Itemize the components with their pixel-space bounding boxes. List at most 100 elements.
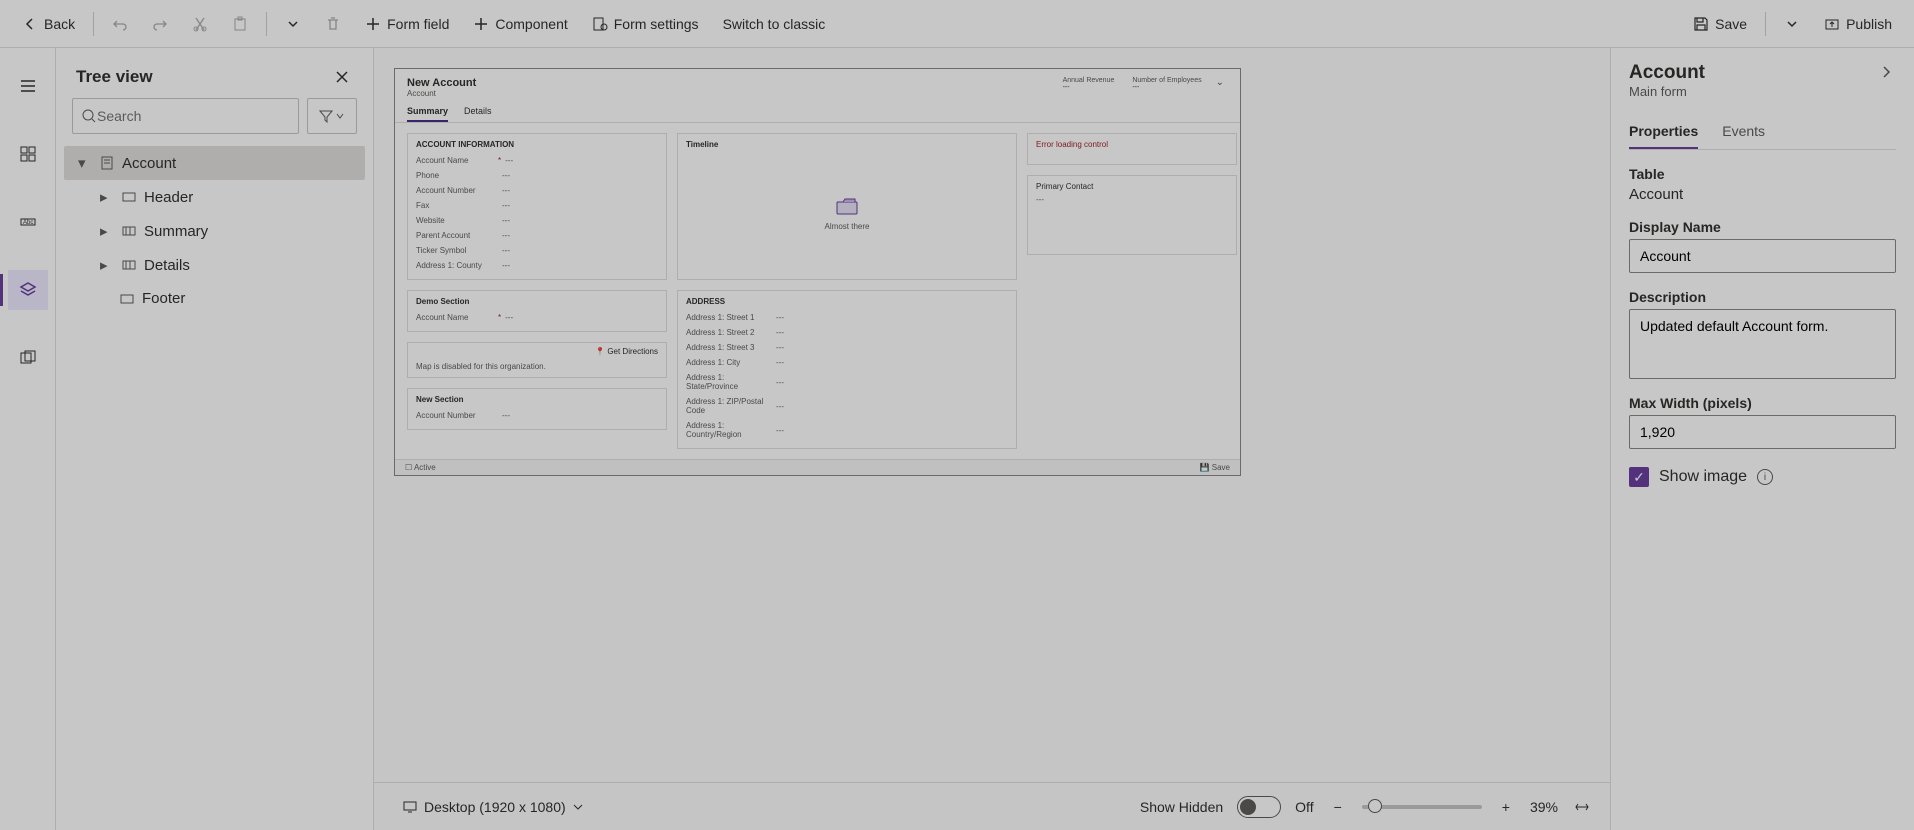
redo-button[interactable] [142, 10, 178, 38]
field-value: --- [502, 411, 510, 420]
zoom-slider[interactable] [1362, 805, 1482, 809]
form-field-row[interactable]: Parent Account--- [416, 228, 658, 243]
field-value: --- [502, 231, 510, 240]
rail-tree[interactable] [8, 270, 48, 310]
field-value: --- [502, 216, 510, 225]
tree-item-header[interactable]: ▸ Header [64, 180, 365, 214]
tree-header: Tree view [56, 48, 373, 98]
viewport-selector[interactable]: Desktop (1920 x 1080) [392, 793, 594, 821]
tree-search-box[interactable] [72, 98, 299, 134]
form-field-row[interactable]: Fax--- [416, 198, 658, 213]
paste-icon [232, 16, 248, 32]
form-field-row[interactable]: Account Name*--- [416, 153, 658, 168]
error-text: Error loading control [1036, 140, 1108, 149]
show-image-checkbox[interactable]: ✓ [1629, 467, 1649, 487]
fit-width-button[interactable] [1572, 797, 1592, 817]
save-button[interactable]: Save [1683, 10, 1757, 38]
paste-dropdown[interactable] [275, 10, 311, 38]
show-hidden-toggle[interactable] [1237, 796, 1281, 818]
chevron-down-icon [285, 16, 301, 32]
canvas-scroll[interactable]: New Account Account Annual Revenue--- Nu… [374, 48, 1610, 782]
preview-tab-summary[interactable]: Summary [407, 102, 448, 122]
section-account-info[interactable]: ACCOUNT INFORMATION Account Name*---Phon… [407, 133, 667, 280]
rail-components[interactable] [8, 134, 48, 174]
tab-properties[interactable]: Properties [1629, 115, 1698, 149]
section-primary-contact[interactable]: Primary Contact --- [1027, 175, 1237, 255]
description-label: Description [1629, 289, 1896, 305]
chevron-right-icon [1878, 64, 1894, 80]
form-field-row[interactable]: Address 1: Street 1--- [686, 310, 1008, 325]
rail-hamburger[interactable] [8, 66, 48, 106]
form-field-row[interactable]: Address 1: State/Province--- [686, 370, 1008, 394]
rail-fields[interactable]: Abc [8, 202, 48, 242]
chevron-right-icon: ▸ [100, 188, 114, 206]
form-field-row[interactable]: Phone--- [416, 168, 658, 183]
field-value: --- [776, 426, 784, 435]
max-width-input[interactable] [1629, 415, 1896, 449]
delete-icon [325, 16, 341, 32]
tree-item-account[interactable]: ▾ Account [64, 146, 365, 180]
tree-item-footer[interactable]: Footer [64, 282, 365, 315]
separator [1765, 12, 1766, 36]
form-field-row[interactable]: Account Number--- [416, 183, 658, 198]
section-map[interactable]: 📍 Get Directions Map is disabled for thi… [407, 342, 667, 378]
component-button[interactable]: Component [463, 10, 577, 38]
search-input[interactable] [97, 108, 290, 124]
form-field-row[interactable]: Ticker Symbol--- [416, 243, 658, 258]
close-icon [335, 70, 349, 84]
form-field-row[interactable]: Account Name*--- [416, 310, 658, 325]
chevron-down-icon[interactable]: ⌄ [1212, 77, 1228, 88]
field-label: Address 1: County [416, 261, 494, 270]
filter-button[interactable] [307, 98, 357, 134]
section-demo[interactable]: Demo Section Account Name*--- [407, 290, 667, 332]
form-field-button[interactable]: Form field [355, 10, 459, 38]
section-error[interactable]: Error loading control [1027, 133, 1237, 165]
form-field-row[interactable]: Address 1: City--- [686, 355, 1008, 370]
form-field-row[interactable]: Address 1: ZIP/Postal Code--- [686, 394, 1008, 418]
form-field-row[interactable]: Account Number--- [416, 408, 658, 423]
field-value: --- [502, 261, 510, 270]
info-icon[interactable]: i [1757, 469, 1773, 485]
field-value: --- [505, 313, 513, 322]
form-field-row[interactable]: Address 1: Street 2--- [686, 325, 1008, 340]
section-address[interactable]: ADDRESS Address 1: Street 1---Address 1:… [677, 290, 1017, 449]
form-field-row[interactable]: Website--- [416, 213, 658, 228]
field-label: Account Name [416, 313, 494, 322]
tree-item-summary[interactable]: ▸ Summary [64, 214, 365, 248]
props-collapse-button[interactable] [1876, 62, 1896, 82]
description-input[interactable] [1629, 309, 1896, 379]
save-dropdown[interactable] [1774, 10, 1810, 38]
back-button[interactable]: Back [12, 10, 85, 38]
tree-item-details[interactable]: ▸ Details [64, 248, 365, 282]
get-directions-link[interactable]: 📍 Get Directions [412, 345, 662, 358]
switch-classic-button[interactable]: Switch to classic [713, 10, 836, 38]
tab-icon [122, 258, 136, 272]
paste-button[interactable] [222, 10, 258, 38]
zoom-in-button[interactable]: + [1496, 797, 1516, 817]
left-rail: Abc [0, 48, 56, 830]
tab-events[interactable]: Events [1722, 115, 1765, 149]
publish-button[interactable]: Publish [1814, 10, 1902, 38]
form-field-row[interactable]: Address 1: Street 3--- [686, 340, 1008, 355]
section-new[interactable]: New Section Account Number--- [407, 388, 667, 430]
form-field-row[interactable]: Address 1: County --- [416, 258, 658, 273]
undo-button[interactable] [102, 10, 138, 38]
preview-header: New Account Account Annual Revenue--- Nu… [395, 69, 1240, 102]
section-timeline[interactable]: Timeline Almost there [677, 133, 1017, 280]
toggle-state-label: Off [1295, 799, 1313, 815]
chevron-down-icon [1784, 16, 1800, 32]
form-field-row[interactable]: Address 1: Country/Region--- [686, 418, 1008, 442]
preview-tab-details[interactable]: Details [464, 102, 492, 122]
display-name-input[interactable] [1629, 239, 1896, 273]
zoom-out-button[interactable]: − [1328, 797, 1348, 817]
cut-button[interactable] [182, 10, 218, 38]
hfield-value: --- [1132, 84, 1201, 91]
delete-button[interactable] [315, 10, 351, 38]
form-settings-button[interactable]: Form settings [582, 10, 709, 38]
svg-text:Abc: Abc [23, 220, 33, 226]
rail-libraries[interactable] [8, 338, 48, 378]
preview-subtitle: Account [407, 89, 476, 98]
tree-close-button[interactable] [331, 66, 353, 88]
form-preview[interactable]: New Account Account Annual Revenue--- Nu… [394, 68, 1241, 476]
toolbar-right: Save Publish [1683, 10, 1902, 38]
